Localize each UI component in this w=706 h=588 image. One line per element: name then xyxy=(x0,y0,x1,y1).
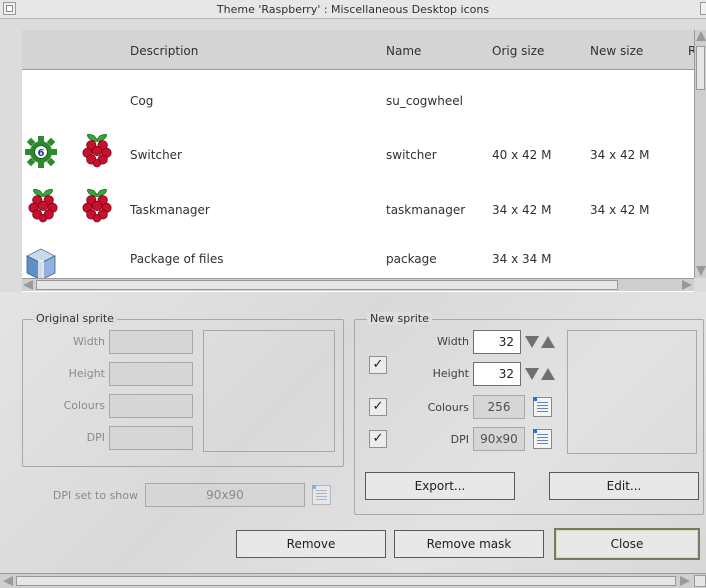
column-orig-size[interactable]: Orig size xyxy=(492,44,544,58)
package-cube-icon xyxy=(26,248,56,281)
list-item[interactable]: 6 Switcher switcher 40 x 42 M 34 x 42 M xyxy=(22,126,694,181)
new-width-label: Width xyxy=(437,335,469,348)
dpi-menu-icon[interactable] xyxy=(312,485,331,505)
dpi-set-to-show-label: DPI set to show xyxy=(52,489,138,502)
row-description: Cog xyxy=(130,94,154,108)
new-height-input[interactable]: 32 xyxy=(473,362,521,386)
width-increase-icon[interactable] xyxy=(541,336,555,348)
original-height-field xyxy=(109,362,193,386)
scroll-right-arrow-icon[interactable] xyxy=(680,576,690,586)
scroll-down-arrow-icon[interactable] xyxy=(696,266,706,276)
title-bar[interactable]: Theme 'Raspberry' : Miscellaneous Deskto… xyxy=(0,0,706,19)
dpi-set-to-show-field[interactable]: 90x90 xyxy=(145,483,305,507)
colours-menu-icon[interactable] xyxy=(533,397,552,417)
dpi-label: DPI xyxy=(86,431,105,444)
row-orig-size: 34 x 42 M xyxy=(492,203,552,217)
height-label: Height xyxy=(68,367,105,380)
row-name: taskmanager xyxy=(386,203,466,217)
new-sprite-preview xyxy=(567,330,697,454)
dpi-checkbox[interactable]: ✓ xyxy=(369,430,387,448)
list-header: Description Name Orig size New size R xyxy=(22,30,694,70)
new-colours-field: 256 xyxy=(473,395,525,419)
new-dpi-field: 90x90 xyxy=(473,427,525,451)
row-name: package xyxy=(386,252,437,266)
raspberry-icon xyxy=(28,188,58,223)
scroll-thumb[interactable] xyxy=(16,576,676,586)
raspberry-icon xyxy=(82,133,112,168)
row-name: su_cogwheel xyxy=(386,94,463,108)
edit-button[interactable]: Edit... xyxy=(549,472,699,500)
remove-button[interactable]: Remove xyxy=(236,530,386,558)
scroll-thumb[interactable] xyxy=(696,46,705,90)
list-item[interactable]: Taskmanager taskmanager 34 x 42 M 34 x 4… xyxy=(22,181,694,236)
scroll-left-arrow-icon[interactable] xyxy=(3,576,13,586)
original-sprite-group: Original sprite Width Height Colours DPI xyxy=(22,312,344,467)
raspberry-icon xyxy=(82,188,112,223)
new-dpi-label: DPI xyxy=(450,433,469,446)
row-orig-size: 40 x 42 M xyxy=(492,148,552,162)
list-vertical-scrollbar[interactable] xyxy=(694,30,706,278)
close-button[interactable]: Close xyxy=(554,528,700,560)
new-height-label: Height xyxy=(432,367,469,380)
height-increase-icon[interactable] xyxy=(541,368,555,380)
sprite-settings-panel: Original sprite Width Height Colours DPI… xyxy=(0,292,706,572)
original-sprite-label: Original sprite xyxy=(33,312,117,325)
height-decrease-icon[interactable] xyxy=(525,368,539,380)
resize-checkbox[interactable]: ✓ xyxy=(369,356,387,374)
original-sprite-preview xyxy=(203,330,335,452)
row-orig-size: 34 x 34 M xyxy=(492,252,552,266)
window-horizontal-scrollbar[interactable] xyxy=(0,573,706,588)
remove-mask-button[interactable]: Remove mask xyxy=(394,530,544,558)
row-name: switcher xyxy=(386,148,437,162)
row-description: Package of files xyxy=(130,252,224,266)
dpi-new-menu-icon[interactable] xyxy=(533,429,552,449)
row-new-size: 34 x 42 M xyxy=(590,203,650,217)
original-dpi-field xyxy=(109,426,193,450)
row-new-size: 34 x 42 M xyxy=(590,148,650,162)
scroll-thumb[interactable] xyxy=(36,280,618,290)
cogwheel-6-icon: 6 xyxy=(25,136,57,168)
resize-handle-icon[interactable] xyxy=(694,575,706,587)
new-sprite-label: New sprite xyxy=(367,312,432,325)
scroll-left-arrow-icon[interactable] xyxy=(23,280,33,290)
toggle-size-icon[interactable] xyxy=(700,2,706,15)
scroll-up-arrow-icon[interactable] xyxy=(696,31,706,41)
row-description: Switcher xyxy=(130,148,182,162)
colours-label: Colours xyxy=(63,399,105,412)
column-description[interactable]: Description xyxy=(130,44,198,58)
scroll-right-arrow-icon[interactable] xyxy=(682,280,692,290)
width-label: Width xyxy=(73,335,105,348)
column-name[interactable]: Name xyxy=(386,44,421,58)
width-decrease-icon[interactable] xyxy=(525,336,539,348)
new-sprite-group: New sprite ✓ Width 32 Height 32 ✓ Colour… xyxy=(354,312,704,515)
column-new-size[interactable]: New size xyxy=(590,44,643,58)
list-item[interactable]: Cog su_cogwheel xyxy=(22,72,694,127)
row-description: Taskmanager xyxy=(130,203,210,217)
original-colours-field xyxy=(109,394,193,418)
original-width-field xyxy=(109,330,193,354)
sprite-list[interactable]: Description Name Orig size New size R Co… xyxy=(22,30,694,292)
window-title: Theme 'Raspberry' : Miscellaneous Deskto… xyxy=(216,3,490,16)
new-width-input[interactable]: 32 xyxy=(473,330,521,354)
list-horizontal-scrollbar[interactable] xyxy=(22,278,694,291)
export-button[interactable]: Export... xyxy=(365,472,515,500)
colours-checkbox[interactable]: ✓ xyxy=(369,398,387,416)
new-colours-label: Colours xyxy=(427,401,469,414)
cog-badge: 6 xyxy=(38,148,45,159)
